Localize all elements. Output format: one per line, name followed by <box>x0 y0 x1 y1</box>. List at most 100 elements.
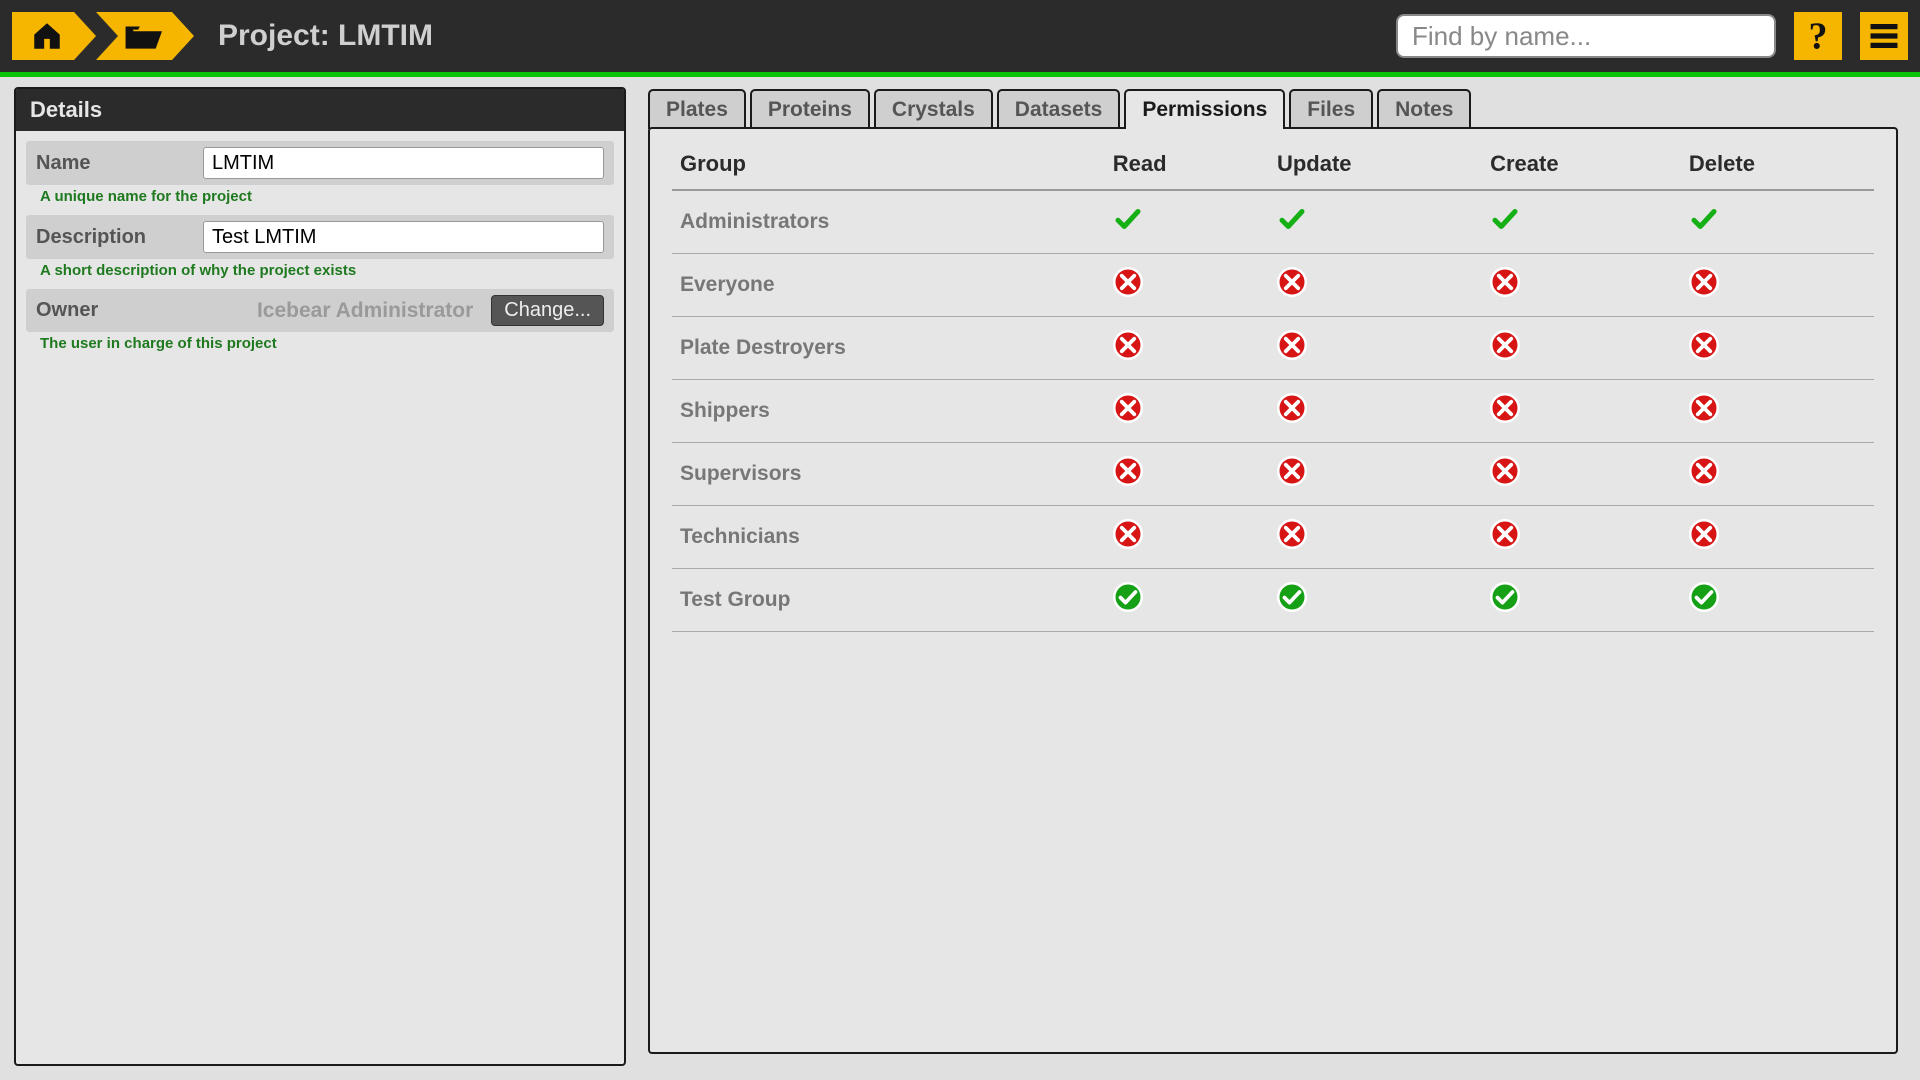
perm-cell[interactable] <box>1482 380 1681 443</box>
name-field-row: Name <box>26 141 614 185</box>
owner-field-row: Owner Icebear Administrator Change... <box>26 289 614 332</box>
breadcrumb-folder[interactable] <box>96 12 172 60</box>
perm-cell[interactable] <box>1681 380 1874 443</box>
perm-col-read: Read <box>1105 141 1269 190</box>
tab-datasets[interactable]: Datasets <box>997 89 1121 129</box>
perm-col-update: Update <box>1269 141 1482 190</box>
tab-notes[interactable]: Notes <box>1377 89 1471 129</box>
table-row: Plate Destroyers <box>672 317 1874 380</box>
owner-value: Icebear Administrator <box>203 299 479 323</box>
name-input[interactable] <box>203 147 604 179</box>
description-input[interactable] <box>203 221 604 253</box>
menu-button[interactable] <box>1860 12 1908 60</box>
perm-cell[interactable] <box>1482 443 1681 506</box>
deny-icon <box>1277 393 1307 423</box>
description-field-row: Description <box>26 215 614 259</box>
folder-open-icon <box>124 19 162 53</box>
permissions-table: GroupReadUpdateCreateDelete Administrato… <box>672 141 1874 632</box>
perm-cell[interactable] <box>1269 190 1482 254</box>
deny-icon <box>1277 330 1307 360</box>
perm-cell[interactable] <box>1269 254 1482 317</box>
search-input[interactable] <box>1396 14 1776 58</box>
perm-cell[interactable] <box>1269 569 1482 632</box>
table-row: Shippers <box>672 380 1874 443</box>
perm-cell[interactable] <box>1105 190 1269 254</box>
grant-icon <box>1689 582 1719 612</box>
deny-icon <box>1113 267 1143 297</box>
deny-icon <box>1689 519 1719 549</box>
tab-proteins[interactable]: Proteins <box>750 89 870 129</box>
deny-icon <box>1490 456 1520 486</box>
perm-group-name: Technicians <box>672 506 1105 569</box>
owner-hint: The user in charge of this project <box>26 332 614 362</box>
perm-cell[interactable] <box>1681 254 1874 317</box>
deny-icon <box>1689 330 1719 360</box>
perm-cell[interactable] <box>1269 380 1482 443</box>
tab-files[interactable]: Files <box>1289 89 1373 129</box>
help-icon: ? <box>1799 17 1837 55</box>
perm-cell[interactable] <box>1482 569 1681 632</box>
check-icon <box>1277 204 1307 234</box>
perm-cell[interactable] <box>1681 443 1874 506</box>
perm-cell[interactable] <box>1269 443 1482 506</box>
deny-icon <box>1490 519 1520 549</box>
perm-cell[interactable] <box>1482 317 1681 380</box>
table-row: Technicians <box>672 506 1874 569</box>
svg-text:?: ? <box>1809 17 1828 55</box>
perm-cell[interactable] <box>1269 317 1482 380</box>
perm-cell[interactable] <box>1681 569 1874 632</box>
deny-icon <box>1113 330 1143 360</box>
deny-icon <box>1689 267 1719 297</box>
page-title: Project: LMTIM <box>218 19 433 53</box>
deny-icon <box>1113 393 1143 423</box>
perm-cell[interactable] <box>1269 506 1482 569</box>
name-hint: A unique name for the project <box>26 185 614 215</box>
check-icon <box>1490 204 1520 234</box>
home-icon <box>30 19 64 53</box>
deny-icon <box>1277 519 1307 549</box>
perm-cell[interactable] <box>1105 317 1269 380</box>
description-label: Description <box>36 226 191 249</box>
owner-change-button[interactable]: Change... <box>491 295 604 326</box>
perm-cell[interactable] <box>1681 190 1874 254</box>
menu-icon <box>1866 18 1902 54</box>
deny-icon <box>1689 393 1719 423</box>
owner-label: Owner <box>36 299 191 322</box>
breadcrumb-home[interactable] <box>12 12 74 60</box>
perm-col-delete: Delete <box>1681 141 1874 190</box>
deny-icon <box>1689 456 1719 486</box>
name-label: Name <box>36 152 191 175</box>
perm-group-name: Shippers <box>672 380 1105 443</box>
perm-cell[interactable] <box>1681 317 1874 380</box>
table-row: Supervisors <box>672 443 1874 506</box>
check-icon <box>1113 204 1143 234</box>
check-icon <box>1689 204 1719 234</box>
perm-cell[interactable] <box>1105 254 1269 317</box>
perm-cell[interactable] <box>1681 506 1874 569</box>
perm-cell[interactable] <box>1105 380 1269 443</box>
deny-icon <box>1113 456 1143 486</box>
tab-permissions[interactable]: Permissions <box>1124 89 1285 129</box>
perm-cell[interactable] <box>1482 254 1681 317</box>
table-row: Administrators <box>672 190 1874 254</box>
content-panel: PlatesProteinsCrystalsDatasetsPermission… <box>640 87 1906 1066</box>
tab-plates[interactable]: Plates <box>648 89 746 129</box>
tab-crystals[interactable]: Crystals <box>874 89 993 129</box>
perm-group-name: Administrators <box>672 190 1105 254</box>
perm-col-create: Create <box>1482 141 1681 190</box>
tab-body-permissions: GroupReadUpdateCreateDelete Administrato… <box>648 127 1898 1054</box>
table-row: Test Group <box>672 569 1874 632</box>
perm-group-name: Everyone <box>672 254 1105 317</box>
perm-cell[interactable] <box>1105 506 1269 569</box>
details-header: Details <box>16 89 624 131</box>
perm-cell[interactable] <box>1482 190 1681 254</box>
description-hint: A short description of why the project e… <box>26 259 614 289</box>
perm-cell[interactable] <box>1105 443 1269 506</box>
help-button[interactable]: ? <box>1794 12 1842 60</box>
grant-icon <box>1277 582 1307 612</box>
details-panel: Details Name A unique name for the proje… <box>14 87 626 1066</box>
perm-group-name: Plate Destroyers <box>672 317 1105 380</box>
perm-cell[interactable] <box>1105 569 1269 632</box>
deny-icon <box>1490 393 1520 423</box>
perm-cell[interactable] <box>1482 506 1681 569</box>
